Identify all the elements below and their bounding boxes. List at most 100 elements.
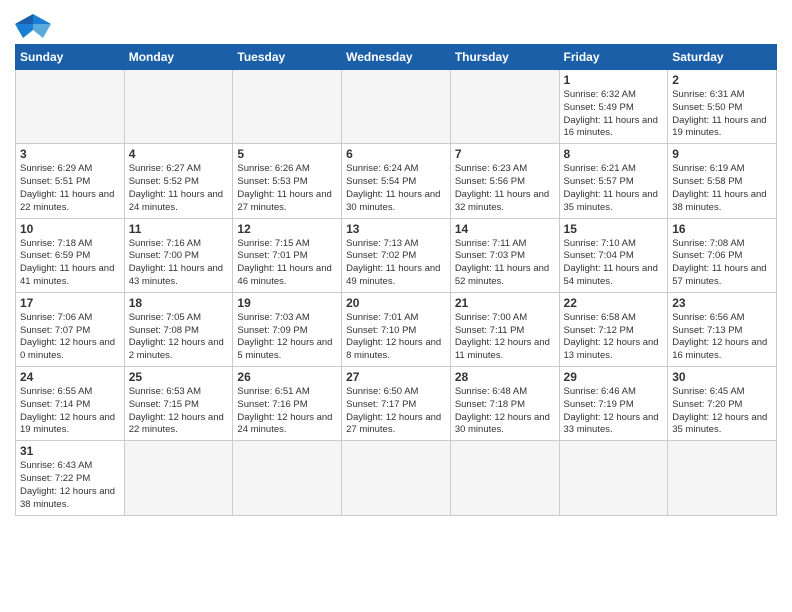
calendar-cell: 12Sunrise: 7:15 AM Sunset: 7:01 PM Dayli… (233, 218, 342, 292)
day-number: 14 (455, 222, 555, 236)
day-info: Sunrise: 6:51 AM Sunset: 7:16 PM Dayligh… (237, 386, 337, 437)
calendar-week-row: 3 Sunrise: 6:29 AM Sunset: 5:51 PM Daylig… (16, 144, 777, 218)
day-info: Sunrise: 7:00 AM Sunset: 7:11 PM Dayligh… (455, 312, 555, 363)
calendar-cell: 22Sunrise: 6:58 AM Sunset: 7:12 PM Dayli… (559, 292, 668, 366)
day-number: 8 (564, 147, 664, 161)
day-number: 30 (672, 370, 772, 384)
weekday-header-friday: Friday (559, 45, 668, 70)
day-info: Sunrise: 6:27 AM Sunset: 5:52 PM Dayligh… (129, 163, 229, 214)
logo-icon (15, 10, 51, 38)
day-number: 31 (20, 444, 120, 458)
calendar-week-row: 24 Sunrise: 6:55 AM Sunset: 7:14 PM Dayli… (16, 367, 777, 441)
day-info: Sunrise: 7:18 AM Sunset: 6:59 PM Dayligh… (20, 238, 120, 289)
calendar-cell: 1Sunrise: 6:32 AM Sunset: 5:49 PM Daylig… (559, 70, 668, 144)
day-info: Sunrise: 6:50 AM Sunset: 7:17 PM Dayligh… (346, 386, 446, 437)
calendar-cell (559, 441, 668, 515)
day-info: Sunrise: 7:03 AM Sunset: 7:09 PM Dayligh… (237, 312, 337, 363)
calendar-cell: 25 Sunrise: 6:53 AM Sunset: 7:15 PM Dayli… (124, 367, 233, 441)
calendar-cell: 24 Sunrise: 6:55 AM Sunset: 7:14 PM Dayli… (16, 367, 125, 441)
calendar-cell: 23 Sunrise: 6:56 AM Sunset: 7:13 PM Dayli… (668, 292, 777, 366)
day-number: 2 (672, 73, 772, 87)
day-number: 27 (346, 370, 446, 384)
day-info: Sunrise: 6:45 AM Sunset: 7:20 PM Dayligh… (672, 386, 772, 437)
calendar-cell (16, 70, 125, 144)
calendar-cell: 14 Sunrise: 7:11 AM Sunset: 7:03 PM Dayli… (450, 218, 559, 292)
calendar-cell: 18Sunrise: 7:05 AM Sunset: 7:08 PM Dayli… (124, 292, 233, 366)
day-number: 6 (346, 147, 446, 161)
calendar-week-row: 10Sunrise: 7:18 AM Sunset: 6:59 PM Dayli… (16, 218, 777, 292)
day-info: Sunrise: 7:15 AM Sunset: 7:01 PM Dayligh… (237, 238, 337, 289)
calendar-week-row: 17 Sunrise: 7:06 AM Sunset: 7:07 PM Dayli… (16, 292, 777, 366)
calendar-cell: 3 Sunrise: 6:29 AM Sunset: 5:51 PM Daylig… (16, 144, 125, 218)
day-info: Sunrise: 7:13 AM Sunset: 7:02 PM Dayligh… (346, 238, 446, 289)
calendar-cell (450, 70, 559, 144)
page-header (15, 10, 777, 38)
day-number: 21 (455, 296, 555, 310)
calendar-cell: 20 Sunrise: 7:01 AM Sunset: 7:10 PM Dayli… (342, 292, 451, 366)
day-info: Sunrise: 6:21 AM Sunset: 5:57 PM Dayligh… (564, 163, 664, 214)
calendar-cell (124, 441, 233, 515)
day-number: 19 (237, 296, 337, 310)
weekday-header-thursday: Thursday (450, 45, 559, 70)
day-number: 29 (564, 370, 664, 384)
calendar-cell: 27 Sunrise: 6:50 AM Sunset: 7:17 PM Dayli… (342, 367, 451, 441)
weekday-header-wednesday: Wednesday (342, 45, 451, 70)
day-info: Sunrise: 6:55 AM Sunset: 7:14 PM Dayligh… (20, 386, 120, 437)
calendar-cell: 11 Sunrise: 7:16 AM Sunset: 7:00 PM Dayli… (124, 218, 233, 292)
day-info: Sunrise: 7:08 AM Sunset: 7:06 PM Dayligh… (672, 238, 772, 289)
calendar-cell (342, 70, 451, 144)
calendar-cell: 19 Sunrise: 7:03 AM Sunset: 7:09 PM Dayli… (233, 292, 342, 366)
day-number: 28 (455, 370, 555, 384)
day-info: Sunrise: 7:11 AM Sunset: 7:03 PM Dayligh… (455, 238, 555, 289)
day-number: 18 (129, 296, 229, 310)
calendar-table: SundayMondayTuesdayWednesdayThursdayFrid… (15, 44, 777, 516)
day-info: Sunrise: 6:48 AM Sunset: 7:18 PM Dayligh… (455, 386, 555, 437)
calendar-cell: 10Sunrise: 7:18 AM Sunset: 6:59 PM Dayli… (16, 218, 125, 292)
day-number: 17 (20, 296, 120, 310)
calendar-cell: 7Sunrise: 6:23 AM Sunset: 5:56 PM Daylig… (450, 144, 559, 218)
calendar-week-row: 31 Sunrise: 6:43 AM Sunset: 7:22 PM Dayli… (16, 441, 777, 515)
day-info: Sunrise: 6:43 AM Sunset: 7:22 PM Dayligh… (20, 460, 120, 511)
weekday-header-row: SundayMondayTuesdayWednesdayThursdayFrid… (16, 45, 777, 70)
day-info: Sunrise: 7:06 AM Sunset: 7:07 PM Dayligh… (20, 312, 120, 363)
weekday-header-saturday: Saturday (668, 45, 777, 70)
day-info: Sunrise: 6:26 AM Sunset: 5:53 PM Dayligh… (237, 163, 337, 214)
day-number: 11 (129, 222, 229, 236)
day-info: Sunrise: 6:58 AM Sunset: 7:12 PM Dayligh… (564, 312, 664, 363)
day-number: 13 (346, 222, 446, 236)
day-number: 20 (346, 296, 446, 310)
day-number: 25 (129, 370, 229, 384)
day-number: 16 (672, 222, 772, 236)
calendar-cell (450, 441, 559, 515)
calendar-cell: 9 Sunrise: 6:19 AM Sunset: 5:58 PM Daylig… (668, 144, 777, 218)
weekday-header-monday: Monday (124, 45, 233, 70)
calendar-cell (668, 441, 777, 515)
calendar-cell: 6Sunrise: 6:24 AM Sunset: 5:54 PM Daylig… (342, 144, 451, 218)
day-number: 23 (672, 296, 772, 310)
day-info: Sunrise: 6:56 AM Sunset: 7:13 PM Dayligh… (672, 312, 772, 363)
calendar-cell: 16 Sunrise: 7:08 AM Sunset: 7:06 PM Dayli… (668, 218, 777, 292)
day-info: Sunrise: 6:31 AM Sunset: 5:50 PM Dayligh… (672, 89, 772, 140)
day-number: 24 (20, 370, 120, 384)
calendar-cell: 4 Sunrise: 6:27 AM Sunset: 5:52 PM Daylig… (124, 144, 233, 218)
day-info: Sunrise: 6:46 AM Sunset: 7:19 PM Dayligh… (564, 386, 664, 437)
day-info: Sunrise: 6:53 AM Sunset: 7:15 PM Dayligh… (129, 386, 229, 437)
day-number: 1 (564, 73, 664, 87)
day-number: 9 (672, 147, 772, 161)
calendar-cell (233, 70, 342, 144)
weekday-header-tuesday: Tuesday (233, 45, 342, 70)
day-info: Sunrise: 7:01 AM Sunset: 7:10 PM Dayligh… (346, 312, 446, 363)
day-info: Sunrise: 6:23 AM Sunset: 5:56 PM Dayligh… (455, 163, 555, 214)
calendar-cell: 31 Sunrise: 6:43 AM Sunset: 7:22 PM Dayli… (16, 441, 125, 515)
calendar-cell: 30 Sunrise: 6:45 AM Sunset: 7:20 PM Dayli… (668, 367, 777, 441)
day-info: Sunrise: 6:29 AM Sunset: 5:51 PM Dayligh… (20, 163, 120, 214)
calendar-cell: 8 Sunrise: 6:21 AM Sunset: 5:57 PM Daylig… (559, 144, 668, 218)
day-info: Sunrise: 6:19 AM Sunset: 5:58 PM Dayligh… (672, 163, 772, 214)
day-info: Sunrise: 7:16 AM Sunset: 7:00 PM Dayligh… (129, 238, 229, 289)
day-number: 15 (564, 222, 664, 236)
logo (15, 10, 55, 38)
day-number: 3 (20, 147, 120, 161)
calendar-cell: 26Sunrise: 6:51 AM Sunset: 7:16 PM Dayli… (233, 367, 342, 441)
day-number: 4 (129, 147, 229, 161)
calendar-cell: 17 Sunrise: 7:06 AM Sunset: 7:07 PM Dayli… (16, 292, 125, 366)
